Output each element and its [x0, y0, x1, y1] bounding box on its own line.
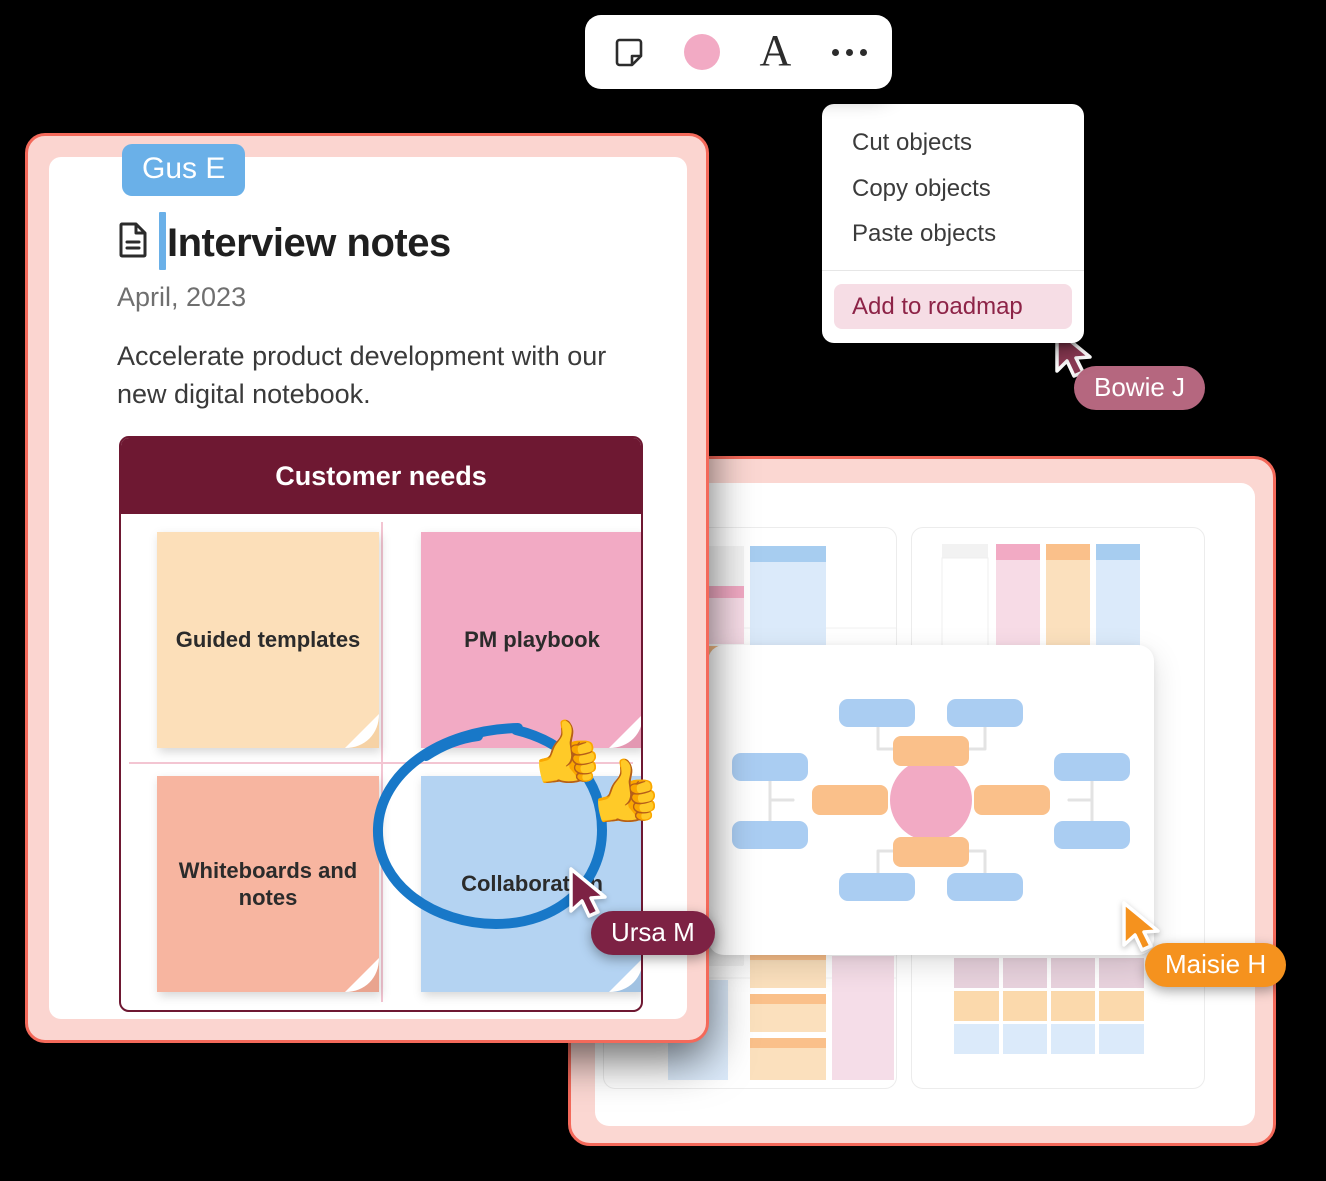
collab-text-caret [159, 212, 166, 270]
note-curl-icon [345, 958, 379, 992]
note-curl-icon [609, 960, 641, 992]
note-curl-icon [345, 714, 379, 748]
document-date: April, 2023 [117, 282, 247, 312]
cursor-label-maisie-h: Maisie H [1145, 943, 1287, 987]
menu-item-paste-objects[interactable]: Paste objects [822, 211, 1084, 257]
mindmap-center-node [890, 759, 972, 841]
document-icon [117, 222, 149, 263]
more-options-button[interactable] [822, 25, 876, 79]
ellipsis-icon [831, 48, 867, 56]
sticky-note-icon [613, 37, 643, 67]
sticky-note-tool-button[interactable] [601, 25, 655, 79]
sticky-note-label: Guided templates [175, 627, 361, 653]
mindmap-leaf [732, 821, 808, 849]
context-menu: Cut objects Copy objects Paste objects A… [822, 104, 1084, 344]
mindmap-card[interactable] [708, 645, 1154, 955]
mindmap-graphic [732, 699, 1130, 901]
matrix-header: Customer needs [121, 438, 641, 514]
sticky-note-guided-templates[interactable]: Guided templates [157, 532, 379, 748]
color-circle-icon [683, 34, 720, 70]
cursor-label-bowie-j: Bowie J [1074, 366, 1206, 410]
page-title: Interview notes [167, 220, 451, 265]
mindmap-branch-top [893, 736, 969, 766]
text-A-icon: A [759, 26, 792, 75]
mindmap-leaf [947, 699, 1023, 727]
mindmap-leaf [839, 699, 915, 727]
text-tool-button[interactable]: A [748, 25, 802, 79]
mindmap-leaf [947, 873, 1023, 901]
color-swatch-button[interactable] [675, 25, 729, 79]
menu-item-add-to-roadmap[interactable]: Add to roadmap [834, 283, 1072, 330]
sticky-note-whiteboards-and-notes[interactable]: Whiteboards and notes [157, 776, 379, 992]
sticky-note-label: Whiteboards and notes [178, 857, 358, 911]
mindmap-leaf [839, 873, 915, 901]
note-curl-icon [609, 716, 641, 748]
mindmap-leaf [1054, 821, 1130, 849]
floating-toolbar: A [585, 15, 892, 89]
cursor-maisie-h: Maisie H [1119, 900, 1287, 987]
sticky-note-pm-playbook[interactable]: PM playbook [421, 532, 641, 748]
mindmap-leaf [732, 753, 808, 781]
cursor-label-ursa-m: Ursa M [591, 911, 715, 955]
cursor-ursa-m: Ursa M [566, 866, 715, 955]
mindmap-leaf [1054, 753, 1130, 781]
mindmap-branch-right [974, 785, 1050, 815]
cursor-label-gus-e: Gus E [122, 144, 246, 196]
mindmap-branch-left [812, 785, 888, 815]
menu-divider [822, 269, 1084, 271]
document-body-text: Accelerate product development with our … [117, 341, 607, 410]
mindmap-branch-bottom [893, 837, 969, 867]
menu-item-cut-objects[interactable]: Cut objects [822, 120, 1084, 166]
menu-item-copy-objects[interactable]: Copy objects [822, 166, 1084, 212]
sticky-note-label: PM playbook [464, 627, 600, 653]
document-title-row: Interview notes [117, 222, 451, 263]
thumbs-up-emoji: 👍 [581, 751, 668, 832]
